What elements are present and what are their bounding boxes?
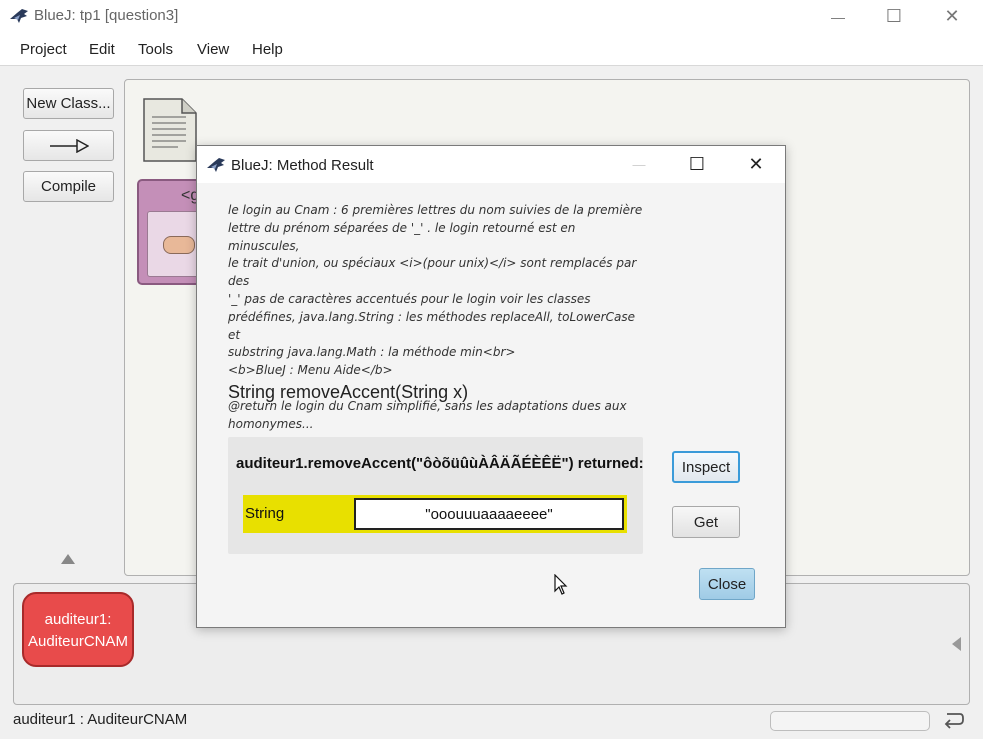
mouse-cursor-icon: [554, 574, 568, 595]
maximize-button[interactable]: ☐: [866, 0, 922, 33]
bluej-bird-icon: [10, 9, 28, 23]
window-title: BlueJ: tp1 [question3]: [34, 7, 179, 24]
menu-view[interactable]: View: [197, 41, 229, 58]
minimize-icon: —: [831, 8, 845, 25]
expand-up-arrow-icon[interactable]: [61, 554, 75, 564]
close-icon: ✕: [748, 154, 764, 174]
dialog-minimize-button[interactable]: —: [611, 148, 667, 181]
close-button[interactable]: Close: [699, 568, 755, 600]
result-value-row[interactable]: String "ooouuuaaaaeeee": [243, 495, 627, 533]
dialog-close-button[interactable]: ✕: [728, 148, 784, 181]
menu-help[interactable]: Help: [252, 41, 283, 58]
reset-machine-icon[interactable]: [942, 710, 964, 730]
inspect-button[interactable]: Inspect: [672, 451, 740, 483]
menu-bar: Project Edit Tools View Help: [0, 33, 983, 66]
readme-document-icon[interactable]: [142, 97, 198, 163]
menu-project[interactable]: Project: [20, 41, 67, 58]
close-icon: ✕: [944, 6, 960, 26]
compile-button[interactable]: Compile: [23, 171, 114, 202]
new-class-button[interactable]: New Class...: [23, 88, 114, 119]
close-window-button[interactable]: ✕: [924, 0, 980, 33]
dialog-titlebar: BlueJ: Method Result — ☐ ✕: [197, 146, 785, 183]
method-result-dialog: BlueJ: Method Result — ☐ ✕ le login au C…: [196, 145, 786, 628]
result-value[interactable]: "ooouuuaaaaeeee": [354, 498, 624, 530]
bluej-bird-icon: [207, 158, 225, 172]
result-panel: auditeur1.removeAccent("ôòõüûùÀÂÄÃÉÈÊË")…: [228, 437, 644, 554]
class-pill-icon: [163, 236, 195, 254]
minimize-button[interactable]: —: [810, 0, 866, 33]
status-text: auditeur1 : AuditeurCNAM: [13, 711, 188, 728]
maximize-icon: ☐: [885, 6, 903, 26]
result-label: auditeur1.removeAccent("ôòõüûùÀÂÄÃÉÈÊË")…: [236, 455, 644, 472]
menu-edit[interactable]: Edit: [89, 41, 115, 58]
menu-tools[interactable]: Tools: [138, 41, 173, 58]
main-titlebar: BlueJ: tp1 [question3] — ☐ ✕: [0, 0, 983, 33]
method-signature: String removeAccent(String x): [228, 382, 469, 402]
dialog-maximize-button[interactable]: ☐: [669, 148, 725, 181]
maximize-icon: ☐: [688, 154, 706, 174]
dialog-title: BlueJ: Method Result: [231, 157, 374, 174]
get-button[interactable]: Get: [672, 506, 740, 538]
result-type: String: [245, 505, 285, 522]
scroll-left-arrow-icon[interactable]: [952, 637, 961, 651]
object-name: auditeur1:: [44, 611, 112, 628]
minimize-icon: —: [632, 157, 646, 172]
status-progress-field: [770, 711, 930, 731]
object-class: AuditeurCNAM: [27, 633, 129, 650]
inheritance-arrow-icon: [49, 138, 89, 153]
new-inheritance-arrow-button[interactable]: [23, 130, 114, 161]
object-auditeur1[interactable]: auditeur1: AuditeurCNAM: [22, 592, 134, 667]
